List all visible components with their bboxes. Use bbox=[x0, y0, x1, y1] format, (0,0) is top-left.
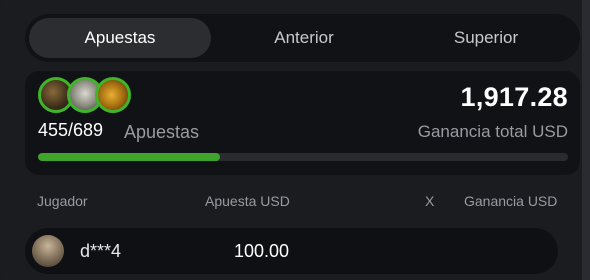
bets-progress-fill bbox=[38, 153, 220, 161]
column-header-bet: Apuesta USD bbox=[205, 193, 290, 209]
bets-count: 455/689 bbox=[38, 120, 104, 140]
bets-count-label: Apuestas bbox=[124, 122, 200, 142]
bets-summary-card: 455/689 Apuestas 1,917.28 Ganancia total… bbox=[25, 71, 580, 175]
row-bet-amount: 100.00 bbox=[234, 241, 290, 261]
row-player-name: d***4 bbox=[80, 241, 122, 261]
column-header-player: Jugador bbox=[37, 193, 88, 209]
avatar bbox=[95, 77, 131, 113]
table-row: d***4 100.00 bbox=[25, 228, 558, 274]
avatar bbox=[32, 235, 64, 267]
bets-tabs: Apuestas Anterior Superior bbox=[25, 14, 580, 62]
scrollbar-track[interactable] bbox=[582, 0, 590, 280]
total-win-label: Ganancia total USD bbox=[417, 122, 568, 141]
top-players-avatars bbox=[38, 77, 138, 113]
bets-panel: Apuestas Anterior Superior 455/689 Apues… bbox=[0, 0, 590, 280]
tab-apuestas[interactable]: Apuestas bbox=[29, 18, 211, 58]
bets-progress-bar bbox=[38, 153, 568, 161]
total-win-amount: 1,917.28 bbox=[460, 82, 568, 112]
column-header-multiplier: X bbox=[425, 193, 435, 209]
tab-anterior[interactable]: Anterior bbox=[213, 18, 395, 58]
tab-superior[interactable]: Superior bbox=[397, 18, 575, 58]
column-header-win: Ganancia USD bbox=[464, 193, 558, 209]
